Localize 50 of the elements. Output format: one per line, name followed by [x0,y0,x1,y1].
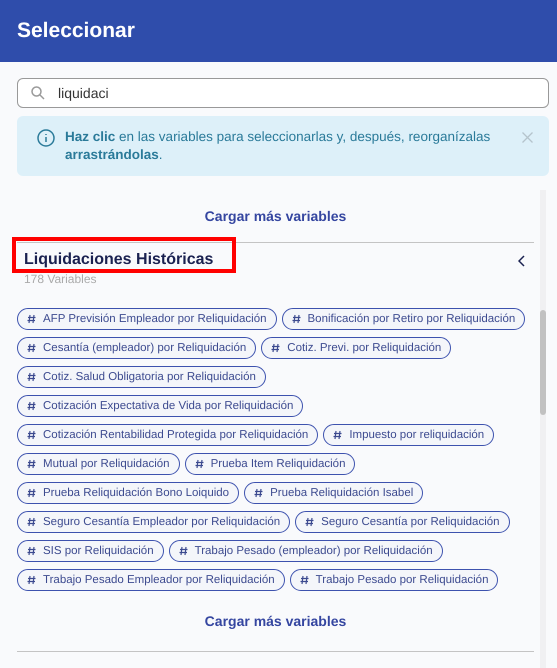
variable-chip[interactable]: Cotización Expectativa de Vida por Reliquidación [17,395,304,417]
variable-chip[interactable]: Prueba Item Reliquidación [184,453,356,475]
collapse-button[interactable] [518,255,526,267]
hash-icon [194,459,204,469]
hash-icon [27,517,36,527]
variable-chip[interactable]: Trabajo Pesado por Reliquidación [290,569,498,591]
close-icon [522,132,533,143]
variable-chip[interactable]: Bonificación por Retiro por Reliquidación [282,308,526,330]
hash-icon [27,459,36,469]
variable-chip[interactable]: Cotiz. Salud Obligatoria por Reliquidación [17,366,266,388]
hash-icon [27,343,36,353]
hash-icon [292,314,301,324]
search-field[interactable]: liquidaci [17,78,549,108]
variable-chip[interactable]: Prueba Reliquidación Bono Loiquido [17,482,240,504]
hash-icon [27,546,36,556]
variable-chip[interactable]: Seguro Cesantía por Reliquidación [295,511,510,533]
hash-icon [271,343,280,353]
scrollbar-thumb[interactable] [540,310,546,415]
variable-chip[interactable]: Cotización Rentabilidad Protegida por Reliquidación [17,424,318,446]
variable-count: 178 Variables [24,272,98,286]
close-button[interactable] [522,132,533,143]
variable-chip[interactable]: Seguro Cesantía Empleador por Reliquidación [17,511,290,533]
variable-chip[interactable]: Mutual por Reliquidación [17,453,180,475]
hash-icon [27,372,36,382]
hash-icon [27,488,36,498]
load-more-link[interactable]: Cargar más variables [196,204,354,228]
hash-icon [27,430,36,440]
hash-icon [178,546,188,556]
hash-icon [27,575,36,585]
variable-chip[interactable]: Trabajo Pesado Empleador por Reliquidación [17,569,285,591]
hash-icon [333,430,342,440]
dialog-title: Seleccionar [17,19,135,43]
hash-icon [300,575,309,585]
variable-chip[interactable]: SIS por Reliquidación [17,540,164,562]
hash-icon [254,488,264,498]
hash-icon [27,401,36,411]
group-title: Liquidaciones Históricas [24,251,214,269]
hash-icon [27,314,36,324]
variable-chip[interactable]: Prueba Reliquidación Isabel [244,482,424,504]
info-icon [37,129,55,147]
variable-chip[interactable]: Cesantía (empleador) por Reliquidación [17,337,256,359]
info-text: Haz clic en las variables para seleccionarlas y, después, reorganízalas arrastrándolas. [65,128,492,164]
variable-chip[interactable]: Trabajo Pesado (empleador) por Reliquidación [168,540,443,562]
variable-chip[interactable]: Impuesto por reliquidación [323,424,494,446]
hash-icon [305,517,314,527]
search-icon [31,86,45,100]
chevron-icon [518,255,526,267]
variable-chip[interactable]: AFP Previsión Empleador por Reliquidación [17,308,277,330]
load-more-link[interactable]: Cargar más variables [196,609,354,633]
variable-chip[interactable]: Cotiz. Previ. por Reliquidación [261,337,452,359]
